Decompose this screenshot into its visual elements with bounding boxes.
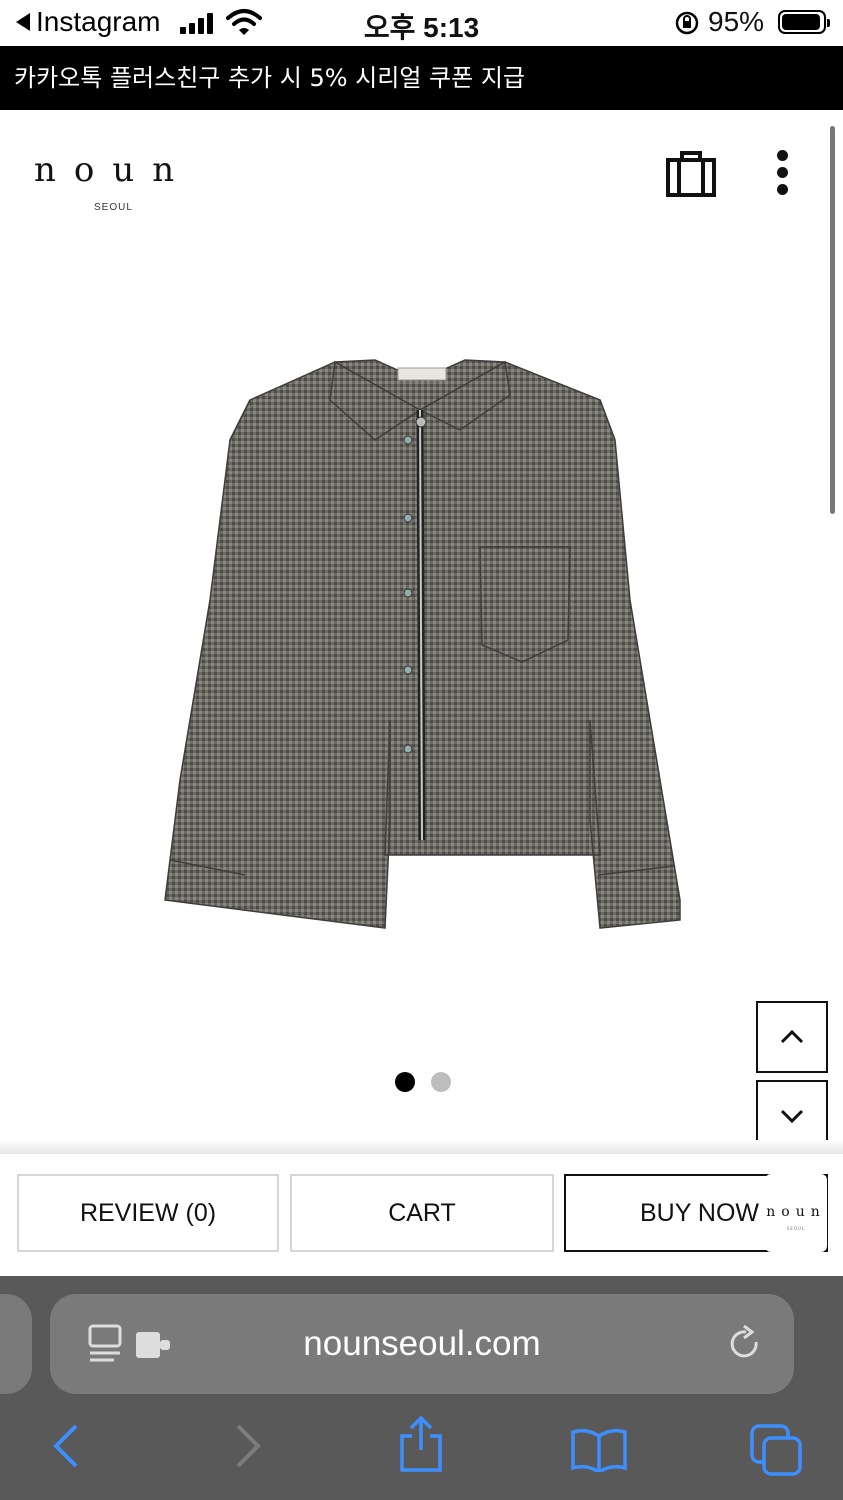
shopping-bag-icon[interactable] bbox=[664, 148, 718, 198]
reload-icon[interactable] bbox=[726, 1324, 764, 1364]
scroll-up-button[interactable] bbox=[756, 1001, 828, 1073]
floating-logo[interactable]: noun SEOUL bbox=[765, 1174, 827, 1252]
wifi-icon bbox=[226, 9, 262, 35]
floating-logo-word: noun bbox=[766, 1204, 826, 1220]
product-image[interactable] bbox=[160, 300, 690, 940]
review-button[interactable]: REVIEW (0) bbox=[17, 1174, 279, 1252]
url-text[interactable]: nounseoul.com bbox=[50, 1324, 794, 1364]
carousel-indicator[interactable] bbox=[395, 1072, 451, 1092]
logo-sub: SEOUL bbox=[94, 202, 133, 213]
more-menu-icon[interactable] bbox=[770, 150, 794, 196]
browser-toolbar bbox=[0, 1402, 843, 1500]
chevron-down-icon bbox=[780, 1109, 804, 1123]
battery-percent: 95% bbox=[708, 6, 765, 37]
cart-button[interactable]: CART bbox=[290, 1174, 554, 1252]
cellular-signal-icon bbox=[180, 12, 213, 34]
back-icon[interactable] bbox=[52, 1422, 80, 1470]
address-bar[interactable]: nounseoul.com bbox=[50, 1294, 794, 1394]
chevron-up-icon bbox=[780, 1030, 804, 1044]
back-to-app[interactable]: Instagram bbox=[16, 6, 161, 38]
browser-chrome: nounseoul.com bbox=[0, 1276, 843, 1500]
site-logo[interactable]: noun SEOUL bbox=[34, 150, 204, 213]
action-bar: REVIEW (0) CART BUY NOW bbox=[0, 1154, 843, 1276]
back-app-label: Instagram bbox=[36, 6, 161, 37]
floating-logo-sub: SEOUL bbox=[786, 1226, 806, 1231]
bookmarks-icon[interactable] bbox=[570, 1428, 628, 1472]
carousel-dot-active[interactable] bbox=[395, 1072, 415, 1092]
battery-icon bbox=[778, 10, 830, 34]
status-bar: Instagram 오후 5:13 95% bbox=[0, 0, 843, 46]
logo-word: noun bbox=[34, 150, 193, 190]
forward-icon[interactable] bbox=[234, 1422, 262, 1470]
promo-banner[interactable]: 카카오톡 플러스친구 추가 시 5% 시리얼 쿠폰 지급 bbox=[0, 46, 843, 110]
share-icon[interactable] bbox=[398, 1416, 444, 1472]
page-scrollbar[interactable] bbox=[830, 126, 835, 514]
back-triangle-icon bbox=[16, 13, 30, 31]
previous-tab-peek[interactable] bbox=[0, 1294, 32, 1394]
rotation-lock-icon bbox=[675, 11, 699, 35]
divider bbox=[0, 1140, 843, 1154]
carousel-dot[interactable] bbox=[431, 1072, 451, 1092]
tabs-icon[interactable] bbox=[750, 1424, 804, 1476]
